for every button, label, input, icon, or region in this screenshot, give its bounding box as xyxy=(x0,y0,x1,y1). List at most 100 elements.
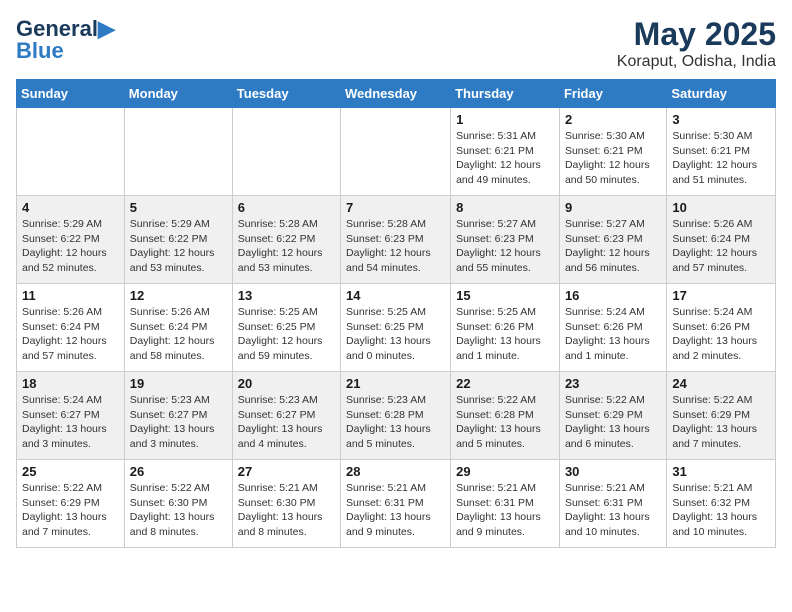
page-header: General▶ Blue May 2025 Koraput, Odisha, … xyxy=(16,16,776,71)
day-number: 3 xyxy=(672,112,770,127)
header-wednesday: Wednesday xyxy=(341,80,451,108)
calendar-cell: 7 Sunrise: 5:28 AM Sunset: 6:23 PM Daylig… xyxy=(341,196,451,284)
calendar-cell: 9Sunrise: 5:27 AM Sunset: 6:23 PM Daylig… xyxy=(559,196,666,284)
header-tuesday: Tuesday xyxy=(232,80,340,108)
calendar-cell: 30 Sunrise: 5:21 AM Sunset: 6:31 PM Dayli… xyxy=(559,460,666,548)
calendar-cell: 17Sunrise: 5:24 AM Sunset: 6:26 PM Dayli… xyxy=(667,284,776,372)
calendar-cell: 21Sunrise: 5:23 AM Sunset: 6:28 PM Dayli… xyxy=(341,372,451,460)
day-number: 19 xyxy=(130,376,227,391)
calendar-cell: 28 Sunrise: 5:21 AM Sunset: 6:31 PM Dayli… xyxy=(341,460,451,548)
day-info: Sunrise: 5:22 AM Sunset: 6:29 PM Dayligh… xyxy=(565,393,661,452)
calendar-cell: 20 Sunrise: 5:23 AM Sunset: 6:27 PM Dayli… xyxy=(232,372,340,460)
day-info: Sunrise: 5:25 AM Sunset: 6:25 PM Dayligh… xyxy=(346,305,445,364)
calendar-cell: 18 Sunrise: 5:24 AM Sunset: 6:27 PM Dayli… xyxy=(17,372,125,460)
day-info: Sunrise: 5:25 AM Sunset: 6:26 PM Dayligh… xyxy=(456,305,554,364)
day-number: 11 xyxy=(22,288,119,303)
day-number: 17 xyxy=(672,288,770,303)
day-number: 9 xyxy=(565,200,661,215)
day-number: 13 xyxy=(238,288,335,303)
day-number: 18 xyxy=(22,376,119,391)
calendar-cell: 4Sunrise: 5:29 AM Sunset: 6:22 PM Daylig… xyxy=(17,196,125,284)
calendar-cell xyxy=(232,108,340,196)
header-friday: Friday xyxy=(559,80,666,108)
day-info: Sunrise: 5:28 AM Sunset: 6:22 PM Dayligh… xyxy=(238,217,335,276)
calendar-cell: 13Sunrise: 5:25 AM Sunset: 6:25 PM Dayli… xyxy=(232,284,340,372)
day-info: Sunrise: 5:22 AM Sunset: 6:28 PM Dayligh… xyxy=(456,393,554,452)
calendar-cell xyxy=(341,108,451,196)
day-number: 1 xyxy=(456,112,554,127)
calendar-cell: 27Sunrise: 5:21 AM Sunset: 6:30 PM Dayli… xyxy=(232,460,340,548)
day-info: Sunrise: 5:21 AM Sunset: 6:32 PM Dayligh… xyxy=(672,481,770,540)
day-number: 24 xyxy=(672,376,770,391)
calendar-cell: 23 Sunrise: 5:22 AM Sunset: 6:29 PM Dayli… xyxy=(559,372,666,460)
calendar-cell: 14 Sunrise: 5:25 AM Sunset: 6:25 PM Dayli… xyxy=(341,284,451,372)
day-number: 26 xyxy=(130,464,227,479)
day-info: Sunrise: 5:22 AM Sunset: 6:30 PM Dayligh… xyxy=(130,481,227,540)
day-number: 29 xyxy=(456,464,554,479)
calendar-cell: 24 Sunrise: 5:22 AM Sunset: 6:29 PM Dayli… xyxy=(667,372,776,460)
day-info: Sunrise: 5:23 AM Sunset: 6:27 PM Dayligh… xyxy=(238,393,335,452)
day-number: 2 xyxy=(565,112,661,127)
day-info: Sunrise: 5:21 AM Sunset: 6:30 PM Dayligh… xyxy=(238,481,335,540)
day-number: 28 xyxy=(346,464,445,479)
calendar-cell: 3 Sunrise: 5:30 AM Sunset: 6:21 PM Daylig… xyxy=(667,108,776,196)
calendar-cell: 11Sunrise: 5:26 AM Sunset: 6:24 PM Dayli… xyxy=(17,284,125,372)
calendar-cell: 22 Sunrise: 5:22 AM Sunset: 6:28 PM Dayli… xyxy=(451,372,560,460)
calendar-cell: 25 Sunrise: 5:22 AM Sunset: 6:29 PM Dayli… xyxy=(17,460,125,548)
header-sunday: Sunday xyxy=(17,80,125,108)
day-info: Sunrise: 5:23 AM Sunset: 6:27 PM Dayligh… xyxy=(130,393,227,452)
day-info: Sunrise: 5:26 AM Sunset: 6:24 PM Dayligh… xyxy=(672,217,770,276)
day-info: Sunrise: 5:23 AM Sunset: 6:28 PM Dayligh… xyxy=(346,393,445,452)
week-row-3: 11 Sunrise: 5:26 AM Sunset: 6:24 PM Dayli… xyxy=(17,284,776,372)
day-info: Sunrise: 5:27 AM Sunset: 6:23 PM Dayligh… xyxy=(456,217,554,276)
week-row-1: 1 Sunrise: 5:31 AM Sunset: 6:21 PM Daylig… xyxy=(17,108,776,196)
day-number: 25 xyxy=(22,464,119,479)
day-number: 30 xyxy=(565,464,661,479)
header-monday: Monday xyxy=(124,80,232,108)
calendar-cell: 8Sunrise: 5:27 AM Sunset: 6:23 PM Daylig… xyxy=(451,196,560,284)
week-row-4: 18 Sunrise: 5:24 AM Sunset: 6:27 PM Dayli… xyxy=(17,372,776,460)
day-number: 16 xyxy=(565,288,661,303)
day-info: Sunrise: 5:22 AM Sunset: 6:29 PM Dayligh… xyxy=(22,481,119,540)
calendar-cell: 6 Sunrise: 5:28 AM Sunset: 6:22 PM Daylig… xyxy=(232,196,340,284)
calendar-cell: 26 Sunrise: 5:22 AM Sunset: 6:30 PM Dayli… xyxy=(124,460,232,548)
day-number: 20 xyxy=(238,376,335,391)
day-number: 6 xyxy=(238,200,335,215)
calendar-cell: 19 Sunrise: 5:23 AM Sunset: 6:27 PM Dayli… xyxy=(124,372,232,460)
subtitle: Koraput, Odisha, India xyxy=(617,53,776,71)
calendar-cell: 10Sunrise: 5:26 AM Sunset: 6:24 PM Dayli… xyxy=(667,196,776,284)
day-number: 12 xyxy=(130,288,227,303)
day-info: Sunrise: 5:21 AM Sunset: 6:31 PM Dayligh… xyxy=(456,481,554,540)
calendar-cell: 12 Sunrise: 5:26 AM Sunset: 6:24 PM Dayli… xyxy=(124,284,232,372)
day-info: Sunrise: 5:31 AM Sunset: 6:21 PM Dayligh… xyxy=(456,129,554,188)
day-number: 7 xyxy=(346,200,445,215)
calendar-cell: 2 Sunrise: 5:30 AM Sunset: 6:21 PM Daylig… xyxy=(559,108,666,196)
week-row-2: 4 Sunrise: 5:29 AM Sunset: 6:22 PM Daylig… xyxy=(17,196,776,284)
day-info: Sunrise: 5:29 AM Sunset: 6:22 PM Dayligh… xyxy=(130,217,227,276)
calendar-cell: 5 Sunrise: 5:29 AM Sunset: 6:22 PM Daylig… xyxy=(124,196,232,284)
calendar-cell: 16 Sunrise: 5:24 AM Sunset: 6:26 PM Dayli… xyxy=(559,284,666,372)
day-info: Sunrise: 5:30 AM Sunset: 6:21 PM Dayligh… xyxy=(672,129,770,188)
day-number: 4 xyxy=(22,200,119,215)
day-number: 5 xyxy=(130,200,227,215)
day-number: 23 xyxy=(565,376,661,391)
calendar-table: SundayMondayTuesdayWednesdayThursdayFrid… xyxy=(16,79,776,548)
day-number: 22 xyxy=(456,376,554,391)
day-info: Sunrise: 5:24 AM Sunset: 6:27 PM Dayligh… xyxy=(22,393,119,452)
calendar-cell: 1 Sunrise: 5:31 AM Sunset: 6:21 PM Daylig… xyxy=(451,108,560,196)
day-info: Sunrise: 5:30 AM Sunset: 6:21 PM Dayligh… xyxy=(565,129,661,188)
calendar-cell: 15Sunrise: 5:25 AM Sunset: 6:26 PM Dayli… xyxy=(451,284,560,372)
day-info: Sunrise: 5:28 AM Sunset: 6:23 PM Dayligh… xyxy=(346,217,445,276)
day-info: Sunrise: 5:24 AM Sunset: 6:26 PM Dayligh… xyxy=(565,305,661,364)
day-info: Sunrise: 5:26 AM Sunset: 6:24 PM Dayligh… xyxy=(130,305,227,364)
calendar-cell: 29 Sunrise: 5:21 AM Sunset: 6:31 PM Dayli… xyxy=(451,460,560,548)
day-info: Sunrise: 5:21 AM Sunset: 6:31 PM Dayligh… xyxy=(346,481,445,540)
calendar-cell xyxy=(17,108,125,196)
month-title: May 2025 xyxy=(617,16,776,53)
day-info: Sunrise: 5:22 AM Sunset: 6:29 PM Dayligh… xyxy=(672,393,770,452)
day-number: 14 xyxy=(346,288,445,303)
logo: General▶ Blue xyxy=(16,16,115,64)
day-info: Sunrise: 5:21 AM Sunset: 6:31 PM Dayligh… xyxy=(565,481,661,540)
title-block: May 2025 Koraput, Odisha, India xyxy=(617,16,776,71)
calendar-cell xyxy=(124,108,232,196)
